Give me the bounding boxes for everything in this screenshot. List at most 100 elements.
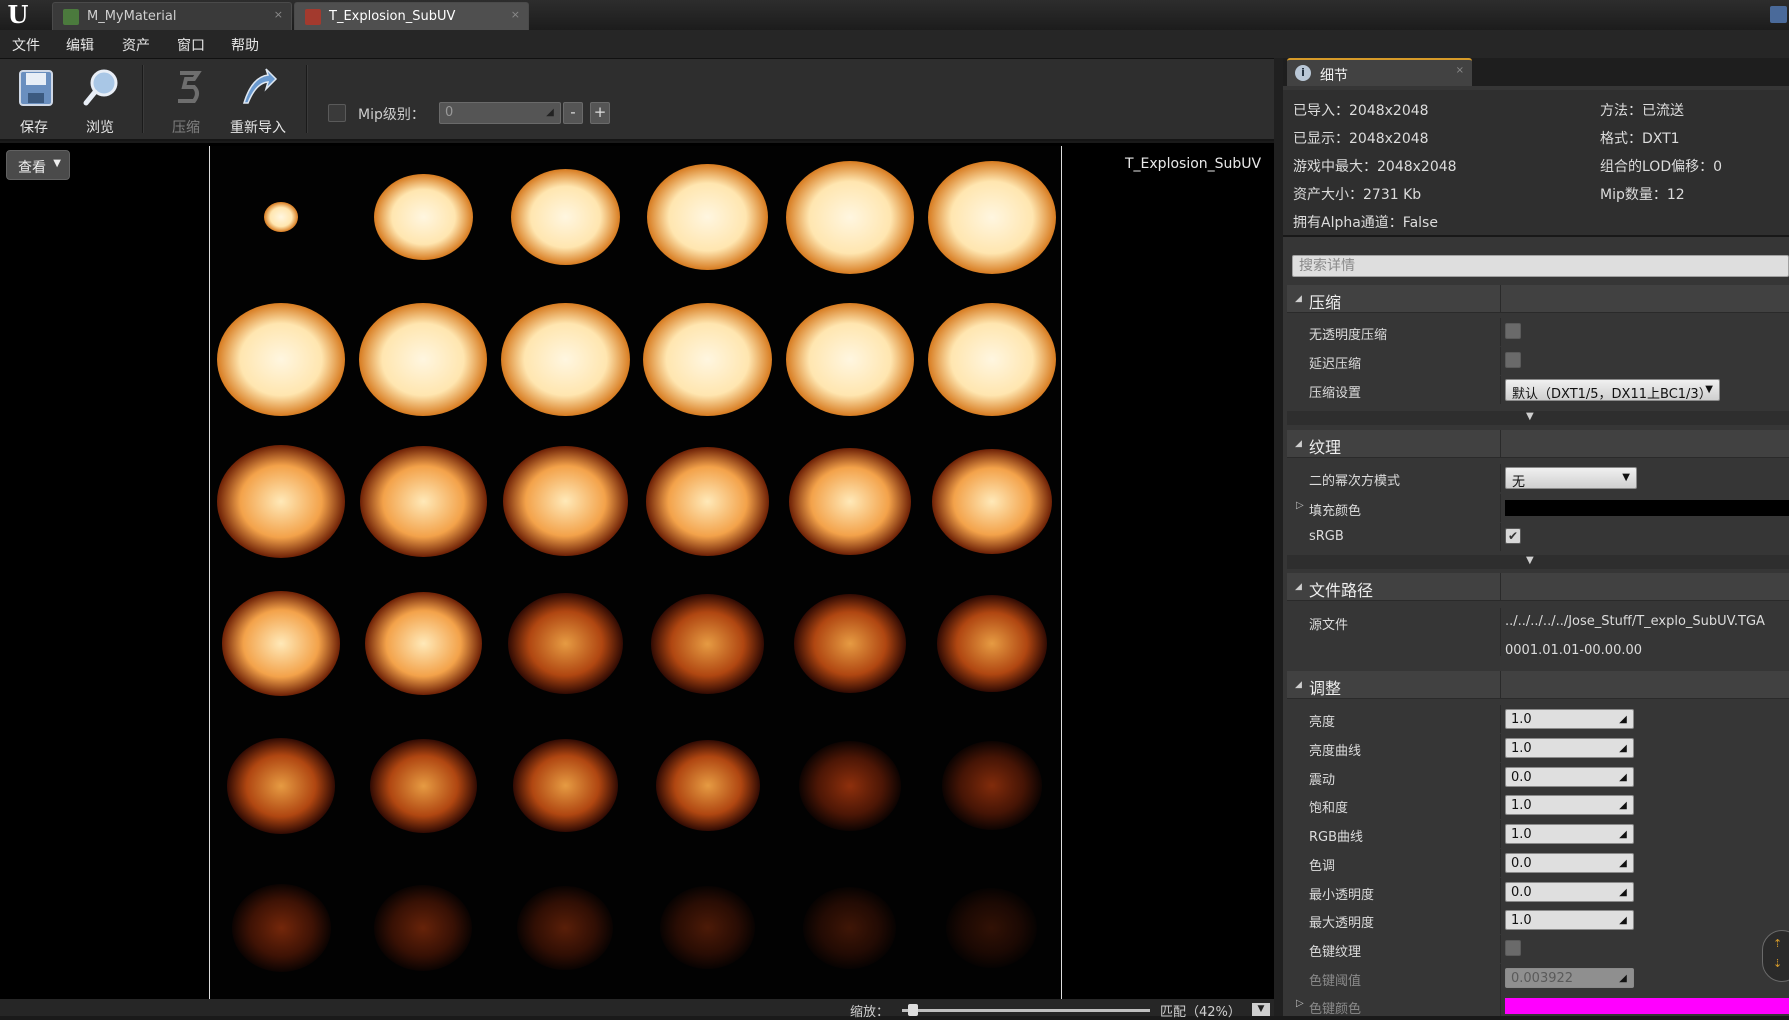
spin-arrows-icon[interactable]: ◢	[1617, 714, 1629, 726]
brightness-field[interactable]: 1.0 ◢	[1505, 709, 1634, 729]
close-icon[interactable]: ×	[511, 8, 520, 21]
view-dropdown-button[interactable]: 查看 ▼	[6, 150, 70, 180]
spin-arrows-icon[interactable]: ◢	[1617, 915, 1629, 927]
min-alpha-field[interactable]: 0.0 ◢	[1505, 882, 1634, 902]
field-value: 0.0	[1511, 770, 1532, 785]
column-divider	[1500, 849, 1501, 877]
spin-arrows-icon[interactable]: ◢	[544, 107, 556, 119]
chevron-down-icon: ▼	[53, 158, 61, 169]
srgb-checkbox[interactable]: ✔	[1505, 528, 1521, 544]
collapse-arrow-icon[interactable]: ◢	[1295, 294, 1302, 304]
expand-right-icon[interactable]: ▷	[1296, 998, 1304, 1009]
column-divider	[1500, 705, 1501, 733]
row-label: 压缩设置	[1309, 386, 1362, 401]
chroma-threshold-field[interactable]: 0.003922 ◢	[1505, 968, 1634, 988]
magnifier-icon	[83, 69, 118, 106]
reimport-button[interactable]: 重新导入	[226, 63, 290, 137]
spin-arrows-icon[interactable]: ◢	[1617, 858, 1629, 870]
power-of-two-dropdown[interactable]: 无 ▼	[1505, 467, 1637, 490]
spin-arrows-icon[interactable]: ◢	[1617, 973, 1629, 985]
browse-button[interactable]: 浏览	[70, 63, 130, 137]
mip-plus-button[interactable]: +	[590, 102, 610, 124]
close-icon[interactable]: ×	[1456, 65, 1464, 76]
zoom-slider[interactable]	[902, 1009, 1150, 1012]
column-divider	[1500, 523, 1501, 551]
deferred-compression-checkbox[interactable]	[1505, 352, 1521, 368]
flipbook-frame	[793, 594, 906, 693]
mip-level-field[interactable]: 0 ◢	[439, 102, 561, 124]
chroma-key-color-swatch[interactable]	[1505, 998, 1789, 1014]
arrow-up-icon[interactable]: ⇡	[1773, 937, 1782, 950]
padding-color-swatch[interactable]	[1505, 500, 1789, 516]
toolbar: 保存 浏览 压缩 重新导入	[0, 59, 1280, 141]
saturation-field[interactable]: 1.0 ◢	[1505, 795, 1634, 815]
flipbook-frame	[264, 202, 298, 232]
spin-arrows-icon[interactable]: ◢	[1617, 772, 1629, 784]
flipbook-frame	[931, 448, 1052, 555]
max-alpha-field[interactable]: 1.0 ◢	[1505, 910, 1634, 930]
tab-t-explosion-subuv[interactable]: T_Explosion_SubUV ×	[294, 2, 529, 30]
flipbook-frame	[216, 444, 346, 558]
row-compression-settings: 压缩设置 默认（DXT1/5，DX11上BC1/3） ▼	[1287, 376, 1789, 404]
info-mip-count: Mip数量：12	[1600, 187, 1685, 203]
expand-right-icon[interactable]: ▷	[1296, 500, 1304, 511]
save-button[interactable]: 保存	[4, 63, 64, 137]
tab-label: M_MyMaterial	[87, 9, 177, 24]
info-icon: i	[1295, 65, 1311, 81]
spin-arrows-icon[interactable]: ◢	[1617, 829, 1629, 841]
collapse-arrow-icon[interactable]: ◢	[1295, 582, 1302, 592]
menu-window[interactable]: 窗口	[177, 35, 205, 55]
advanced-expander[interactable]: ▼	[1287, 555, 1789, 569]
mip-minus-button[interactable]: -	[563, 102, 583, 124]
menu-edit[interactable]: 编辑	[66, 35, 94, 55]
scroll-navigator[interactable]: ⇡ ⇣	[1762, 930, 1789, 982]
spin-arrows-icon[interactable]: ◢	[1617, 800, 1629, 812]
column-divider	[1500, 906, 1501, 934]
menu-help[interactable]: 帮助	[231, 35, 259, 55]
collapse-arrow-icon[interactable]: ◢	[1295, 439, 1302, 449]
vibrance-field[interactable]: 0.0 ◢	[1505, 767, 1634, 787]
category-title: 纹理	[1309, 438, 1342, 457]
compression-settings-dropdown[interactable]: 默认（DXT1/5，DX11上BC1/3） ▼	[1505, 379, 1720, 402]
flipbook-frame	[374, 885, 472, 971]
category-texture[interactable]: ◢ 纹理	[1287, 430, 1789, 458]
tab-details[interactable]: i 细节 ×	[1287, 58, 1472, 86]
row-saturation: 饱和度 1.0 ◢	[1287, 791, 1789, 819]
search-details[interactable]	[1292, 255, 1789, 277]
category-file-path[interactable]: ◢ 文件路径	[1287, 573, 1789, 601]
tab-m-mymaterial[interactable]: M_MyMaterial ×	[52, 2, 292, 30]
window-menu-icon[interactable]	[1770, 6, 1787, 23]
rgb-curve-field[interactable]: 1.0 ◢	[1505, 824, 1634, 844]
menu-file[interactable]: 文件	[12, 35, 40, 55]
arrow-down-icon[interactable]: ⇣	[1773, 957, 1782, 970]
advanced-expander[interactable]: ▼	[1287, 411, 1789, 425]
brightness-curve-field[interactable]: 1.0 ◢	[1505, 738, 1634, 758]
flipbook-frame	[226, 737, 336, 834]
zoom-dropdown-icon[interactable]: ▼	[1252, 1003, 1270, 1016]
zoom-slider-handle[interactable]	[908, 1004, 918, 1016]
field-value: 0.0	[1511, 885, 1532, 900]
category-adjustments[interactable]: ◢ 调整	[1287, 671, 1789, 699]
flipbook-frame	[647, 164, 768, 270]
mip-level-checkbox[interactable]	[328, 104, 346, 122]
panel-splitter[interactable]	[1274, 58, 1283, 1016]
row-no-alpha-compression: 无透明度压缩	[1287, 318, 1789, 346]
compress-button[interactable]: 压缩	[156, 63, 216, 137]
no-alpha-checkbox[interactable]	[1505, 323, 1521, 339]
spin-arrows-icon[interactable]: ◢	[1617, 887, 1629, 899]
search-input[interactable]	[1293, 256, 1788, 276]
chroma-key-checkbox[interactable]	[1505, 940, 1521, 956]
row-label: 饱和度	[1309, 801, 1349, 816]
row-label: 亮度	[1309, 715, 1336, 730]
compress-icon	[178, 71, 202, 103]
close-icon[interactable]: ×	[274, 8, 283, 21]
column-divider	[1500, 935, 1501, 963]
row-brightness: 亮度 1.0 ◢	[1287, 705, 1789, 733]
category-compression[interactable]: ◢ 压缩	[1287, 285, 1789, 313]
spin-arrows-icon[interactable]: ◢	[1617, 743, 1629, 755]
unreal-logo-icon[interactable]: U	[6, 3, 30, 27]
hue-field[interactable]: 0.0 ◢	[1505, 853, 1634, 873]
menu-asset[interactable]: 资产	[122, 35, 150, 55]
collapse-arrow-icon[interactable]: ◢	[1295, 680, 1302, 690]
texture-preview	[209, 146, 1062, 999]
